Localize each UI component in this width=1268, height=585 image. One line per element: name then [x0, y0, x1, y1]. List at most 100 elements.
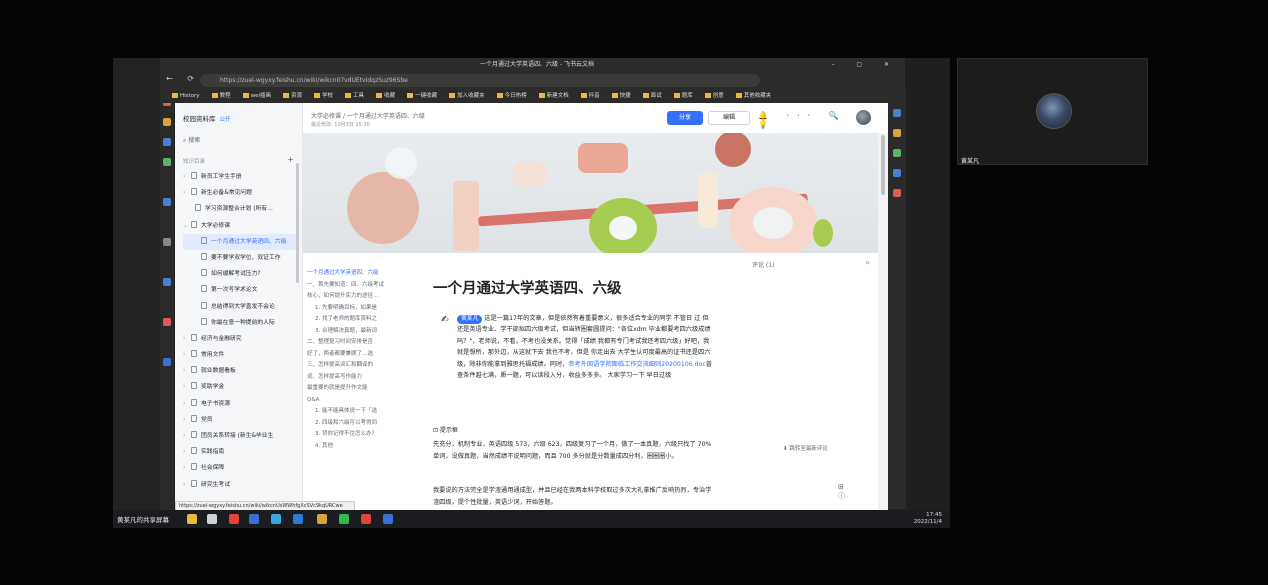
bookmark-item[interactable]: History: [172, 89, 200, 103]
edge-app-icon[interactable]: [163, 358, 171, 366]
bookmark-item[interactable]: 工具: [345, 89, 364, 103]
app-icon[interactable]: [249, 514, 259, 524]
bookmark-item[interactable]: 收藏: [376, 89, 395, 103]
expand-arrow-icon[interactable]: ⌄: [183, 218, 191, 234]
sidebar-tree-item[interactable]: 一个月通过大学英语四、六级: [183, 233, 297, 250]
bookmark-item[interactable]: 加入收藏夹: [449, 89, 485, 103]
outline-item[interactable]: 词、怎样提高写作能力: [303, 372, 405, 384]
share-button[interactable]: 分享: [667, 111, 703, 125]
edge-app-icon[interactable]: [163, 158, 171, 166]
outline-item[interactable]: 1. 先要明确目标，如果是: [303, 303, 405, 315]
mention-tag[interactable]: 黄某凡: [457, 315, 483, 324]
doc-scroll-thumb[interactable]: [881, 135, 885, 195]
bookmark-item[interactable]: 面试: [643, 89, 662, 103]
outline-item[interactable]: 1. 能不能具体说一下「选: [303, 406, 405, 418]
expand-arrow-icon[interactable]: ›: [183, 428, 191, 444]
tools-icon[interactable]: [893, 149, 901, 157]
sidebar-scrollbar[interactable]: [296, 163, 299, 283]
sidebar-tree-item[interactable]: 要不要学双学位、双证工作: [183, 250, 297, 266]
edge-app-icon[interactable]: [163, 318, 171, 326]
edge-app-icon[interactable]: [163, 118, 171, 126]
expand-arrow-icon[interactable]: ›: [183, 347, 191, 363]
kb-title[interactable]: 校园资料库 公开: [183, 113, 231, 123]
outline-item[interactable]: 最重要的就是提升作文能: [303, 383, 405, 395]
expand-arrow-icon[interactable]: ›: [183, 396, 191, 412]
bookmark-item[interactable]: 新建文档: [539, 89, 569, 103]
bookmark-item[interactable]: 一键收藏: [407, 89, 437, 103]
feishu-icon[interactable]: [271, 514, 281, 524]
bookmark-item[interactable]: 创意: [705, 89, 724, 103]
edge-app-icon[interactable]: [163, 138, 171, 146]
search-icon[interactable]: [893, 109, 901, 117]
sidebar-tree-item[interactable]: 第一次写学术论文: [183, 282, 297, 298]
sidebar-tree-item[interactable]: › 经济与金融研究: [183, 331, 297, 347]
office-icon[interactable]: [893, 169, 901, 177]
file-icon[interactable]: [207, 514, 217, 524]
outlook-icon[interactable]: [893, 189, 901, 197]
edit-button[interactable]: 编辑: [708, 111, 750, 125]
sidebar-search[interactable]: ⌕ 搜索: [183, 135, 200, 145]
edge-app-icon[interactable]: [163, 238, 171, 246]
sidebar-tree-item[interactable]: › 新生必备&常见问题: [183, 185, 297, 201]
attachment-link[interactable]: 参考外国语学院面临工作交流细则20200106.doc: [568, 361, 705, 368]
bookmark-item[interactable]: 学校: [314, 89, 333, 103]
netease-icon[interactable]: [361, 514, 371, 524]
outline-item[interactable]: 2. 四级和六级可以考得同: [303, 418, 405, 430]
sidebar-tree-item[interactable]: 学习资源整合计划 (所有…: [183, 201, 297, 217]
wps-icon[interactable]: [229, 514, 239, 524]
bookmark-item[interactable]: 抖音: [581, 89, 600, 103]
outline-item[interactable]: 4. 其他: [303, 441, 405, 453]
outline-item[interactable]: 三、怎样提高词汇和翻译的: [303, 360, 405, 372]
sidebar-tree-item[interactable]: 如何缓解考试压力?: [183, 266, 297, 282]
breadcrumb[interactable]: 大学必修课 / 一个月通过大学英语四、六级: [311, 111, 425, 120]
outline-item[interactable]: 3. 背你记得不住怎么办？: [303, 429, 405, 441]
bookmark-item[interactable]: 教程: [212, 89, 231, 103]
meeting-icon[interactable]: [383, 514, 393, 524]
sidebar-tree-item[interactable]: ⌄ 大学必修课: [183, 218, 297, 234]
bookmark-item[interactable]: 快捷: [612, 89, 631, 103]
sidebar-tree-item[interactable]: › 研究生考试: [183, 477, 297, 493]
edge-app-icon[interactable]: [163, 198, 171, 206]
expand-arrow-icon[interactable]: ›: [183, 169, 191, 185]
outline-item[interactable]: 2. 找了老师的题库资料之: [303, 314, 405, 326]
expand-arrow-icon[interactable]: ›: [183, 460, 191, 476]
outline-item[interactable]: Q&A: [303, 395, 405, 407]
sidebar-tree-item[interactable]: › 就业数据看板: [183, 363, 297, 379]
sidebar-tree-item[interactable]: › 社会保障: [183, 460, 297, 476]
nav-buttons[interactable]: ← ⟳: [166, 74, 200, 83]
sidebar-tree-item[interactable]: 总结得到大学直发不会论: [183, 299, 297, 315]
bookmark-item[interactable]: 题库: [674, 89, 693, 103]
shopping-icon[interactable]: [893, 129, 901, 137]
expand-arrow-icon[interactable]: ›: [183, 363, 191, 379]
expand-arrow-icon[interactable]: ›: [183, 444, 191, 460]
sidebar-tree-item[interactable]: › 团员关系转接 (新生&毕业生: [183, 428, 297, 444]
wechat-icon[interactable]: [339, 514, 349, 524]
doc-scrollbar[interactable]: [878, 133, 888, 511]
outline-item[interactable]: 3. 合理解决真题，最新词: [303, 326, 405, 338]
explorer-icon[interactable]: [187, 514, 197, 524]
sidebar-tree-item[interactable]: › 奖助学金: [183, 379, 297, 395]
outline-item[interactable]: 好了，两者都要兼顾了…选: [303, 349, 405, 361]
bookmark-item[interactable]: 其他收藏夹: [736, 89, 772, 103]
outline-item[interactable]: 一、首先要知道：四、六级考试: [303, 280, 405, 292]
add-page-button[interactable]: +: [287, 155, 294, 164]
sidebar-tree-item[interactable]: › 电子书资源: [183, 396, 297, 412]
avatar[interactable]: [856, 110, 871, 125]
sidebar-tree-item[interactable]: › 党员: [183, 412, 297, 428]
edge-icon[interactable]: [293, 514, 303, 524]
jump-to-comment-link[interactable]: ⬇ 跳转至最新评论: [783, 444, 828, 452]
notes-icon[interactable]: [317, 514, 327, 524]
url-input[interactable]: https://zuel-wgyxy.feishu.cn/wiki/wikcn0…: [200, 74, 760, 87]
expand-arrow-icon[interactable]: ›: [183, 331, 191, 347]
expand-arrow-icon[interactable]: ›: [183, 379, 191, 395]
outline-item[interactable]: 一个月通过大学英语四、六级: [303, 268, 405, 280]
collapse-icon[interactable]: »: [865, 258, 870, 267]
expand-arrow-icon[interactable]: ›: [183, 412, 191, 428]
floating-tool-icons[interactable]: ⊞ ⓘ: [838, 483, 873, 501]
sidebar-tree-item[interactable]: › 常用文件: [183, 347, 297, 363]
bookmark-item[interactable]: wei插画: [243, 89, 271, 103]
participant-video-tile[interactable]: 黄某凡: [957, 58, 1148, 165]
browser-tab-title[interactable]: 一个月通过大学英语四、六级 - 飞书云文档: [480, 58, 594, 72]
expand-arrow-icon[interactable]: ›: [183, 477, 191, 493]
bookmark-item[interactable]: 资源: [283, 89, 302, 103]
